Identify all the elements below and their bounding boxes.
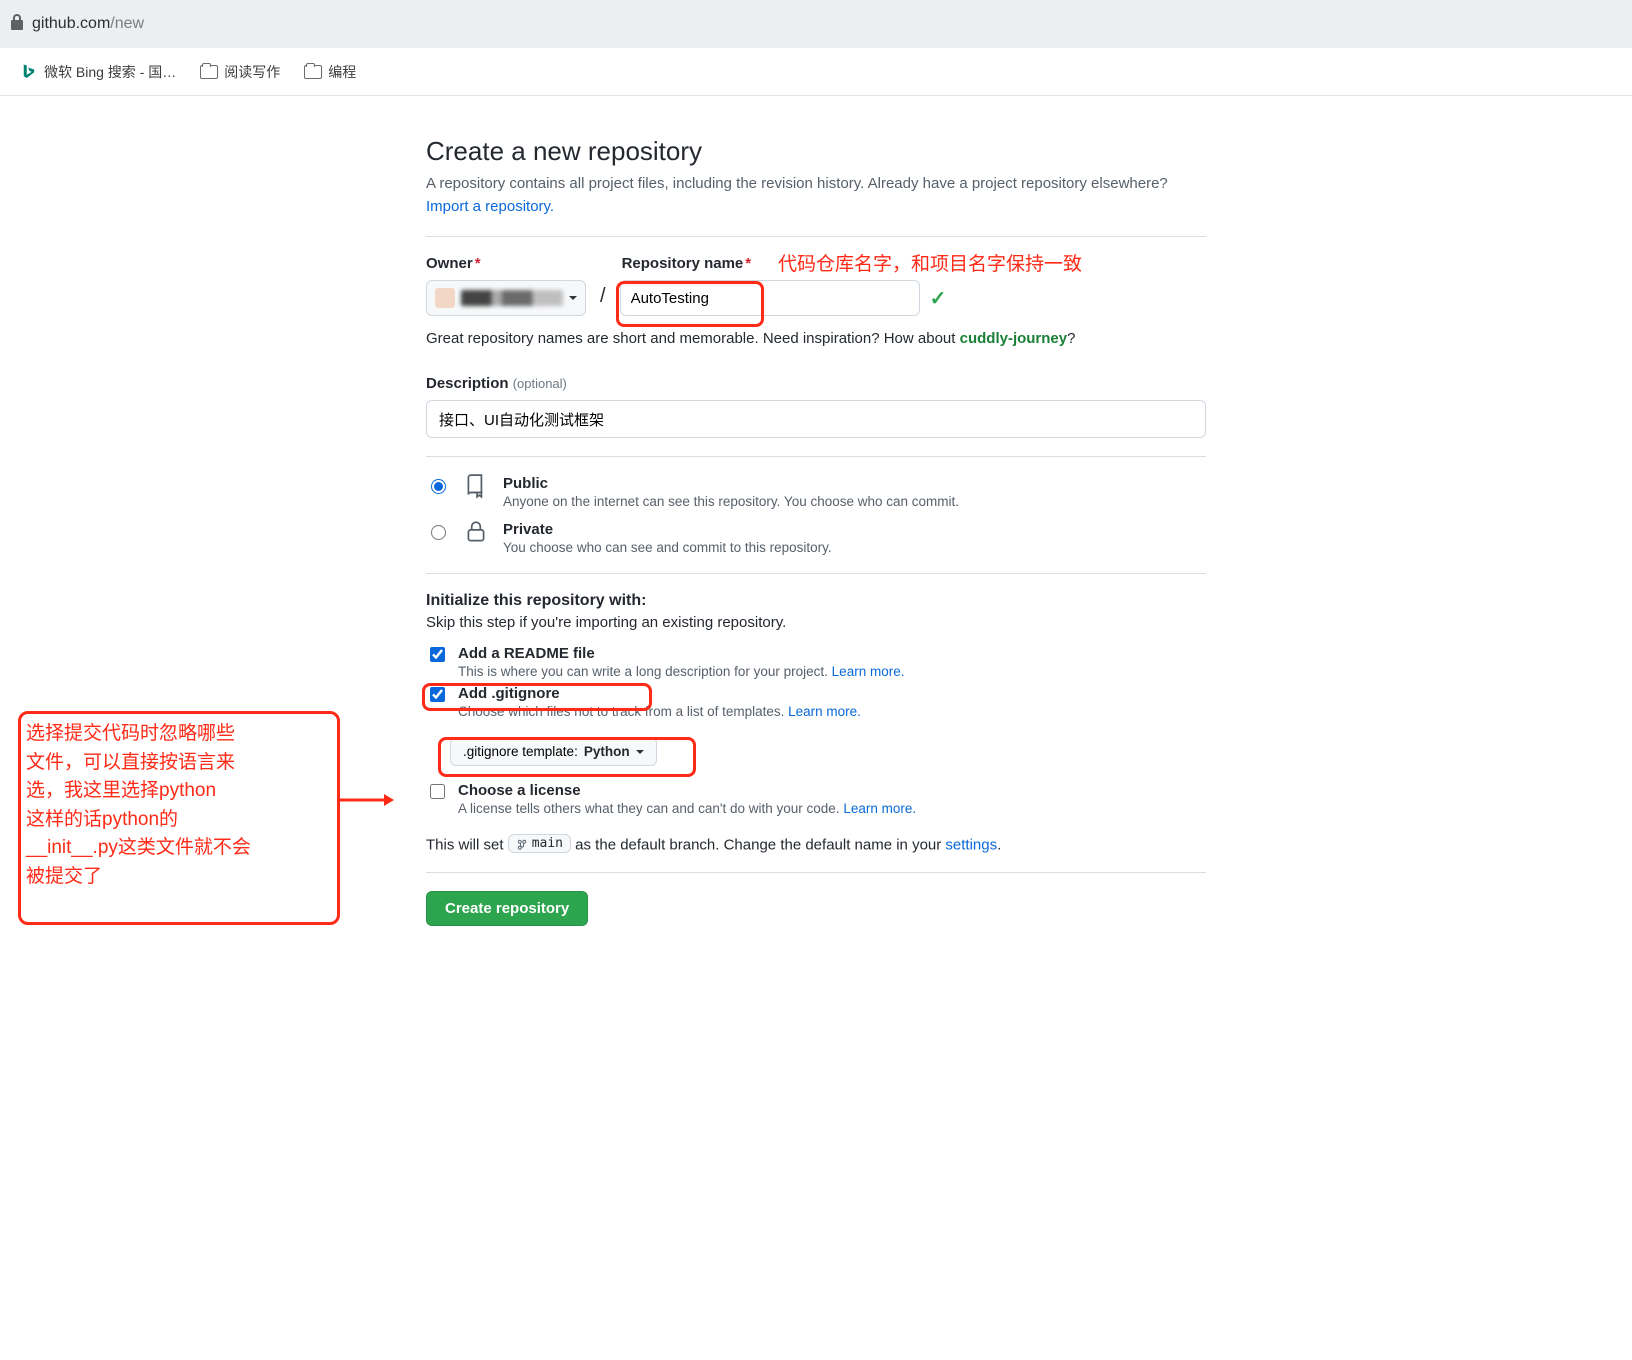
repo-name-hint: Great repository names are short and mem… (426, 330, 1206, 347)
annotation-arrow (340, 790, 394, 810)
bookmarks-bar: 微软 Bing 搜索 - 国… 阅读写作 编程 (0, 48, 1632, 96)
init-section-sub: Skip this step if you're importing an ex… (426, 614, 1206, 631)
chevron-down-icon (569, 296, 577, 300)
divider (426, 456, 1206, 457)
description-label: Description (optional) (426, 375, 1206, 392)
bookmark-label: 编程 (328, 62, 356, 82)
gitignore-desc: Choose which files not to track from a l… (458, 704, 861, 719)
url-path: /new (110, 15, 144, 33)
visibility-private-desc: You choose who can see and commit to thi… (503, 540, 832, 555)
init-section-heading: Initialize this repository with: (426, 592, 1206, 610)
lock-icon (10, 14, 24, 35)
main-content: Create a new repository A repository con… (426, 96, 1206, 956)
gitignore-learn-more-link[interactable]: Learn more. (788, 704, 861, 719)
chevron-down-icon (636, 750, 644, 754)
divider (426, 236, 1206, 237)
license-title: Choose a license (458, 782, 916, 799)
owner-name-redacted (461, 290, 563, 306)
owner-select[interactable] (426, 280, 586, 316)
description-input[interactable] (426, 400, 1206, 438)
visibility-public-desc: Anyone on the internet can see this repo… (503, 494, 959, 509)
annotation-gitignore-text: 选择提交代码时忽略哪些 文件，可以直接按语言来 选，我这里选择python 这样… (26, 720, 338, 891)
readme-desc: This is where you can write a long descr… (458, 664, 904, 679)
license-learn-more-link[interactable]: Learn more. (843, 801, 916, 816)
license-desc: A license tells others what they can and… (458, 801, 916, 816)
repo-name-label: Repository name* (622, 255, 947, 272)
gitignore-template-select[interactable]: .gitignore template: Python (450, 737, 657, 766)
readme-title: Add a README file (458, 645, 904, 662)
bookmark-label: 微软 Bing 搜索 - 国… (44, 62, 176, 82)
visibility-public-title: Public (503, 475, 959, 492)
browser-url-bar[interactable]: github.com/new (0, 0, 1632, 48)
repo-icon (463, 473, 489, 499)
readme-checkbox[interactable] (430, 647, 445, 662)
gitignore-checkbox[interactable] (430, 687, 445, 702)
bing-icon (20, 63, 38, 81)
divider (426, 872, 1206, 873)
readme-row[interactable]: Add a README file This is where you can … (426, 645, 1206, 679)
bookmark-readwrite[interactable]: 阅读写作 (200, 62, 280, 82)
gitignore-template-value: Python (584, 744, 630, 759)
bookmark-bing[interactable]: 微软 Bing 搜索 - 国… (20, 62, 176, 82)
visibility-private-row[interactable]: Private You choose who can see and commi… (426, 521, 1206, 555)
readme-learn-more-link[interactable]: Learn more. (832, 664, 905, 679)
folder-icon (200, 65, 218, 79)
lock-icon (463, 519, 489, 545)
git-branch-icon (516, 838, 528, 850)
branch-chip: main (508, 834, 571, 853)
bookmark-programming[interactable]: 编程 (304, 62, 356, 82)
annotation-box-gitignore (18, 711, 340, 925)
page-title: Create a new repository (426, 136, 1206, 167)
visibility-public-radio[interactable] (431, 479, 446, 494)
create-repository-button[interactable]: Create repository (426, 891, 588, 926)
repo-name-suggestion[interactable]: cuddly-journey (960, 330, 1068, 347)
license-checkbox[interactable] (430, 784, 445, 799)
gitignore-row[interactable]: Add .gitignore Choose which files not to… (426, 685, 1206, 719)
owner-label: Owner* (426, 255, 586, 272)
owner-repo-separator: / (600, 285, 606, 308)
settings-link[interactable]: settings (945, 837, 997, 854)
repo-name-input[interactable] (620, 280, 920, 316)
bookmark-label: 阅读写作 (224, 62, 280, 82)
default-branch-line: This will set main as the default branch… (426, 834, 1206, 854)
visibility-public-row[interactable]: Public Anyone on the internet can see th… (426, 475, 1206, 509)
folder-icon (304, 65, 322, 79)
page-subtitle: A repository contains all project files,… (426, 173, 1206, 218)
avatar (435, 288, 455, 308)
visibility-private-title: Private (503, 521, 832, 538)
url-domain: github.com (32, 15, 110, 33)
import-repository-link[interactable]: Import a repository. (426, 198, 554, 215)
check-icon: ✓ (930, 286, 947, 311)
visibility-private-radio[interactable] (431, 525, 446, 540)
license-row[interactable]: Choose a license A license tells others … (426, 782, 1206, 816)
gitignore-title: Add .gitignore (458, 685, 861, 702)
divider (426, 573, 1206, 574)
